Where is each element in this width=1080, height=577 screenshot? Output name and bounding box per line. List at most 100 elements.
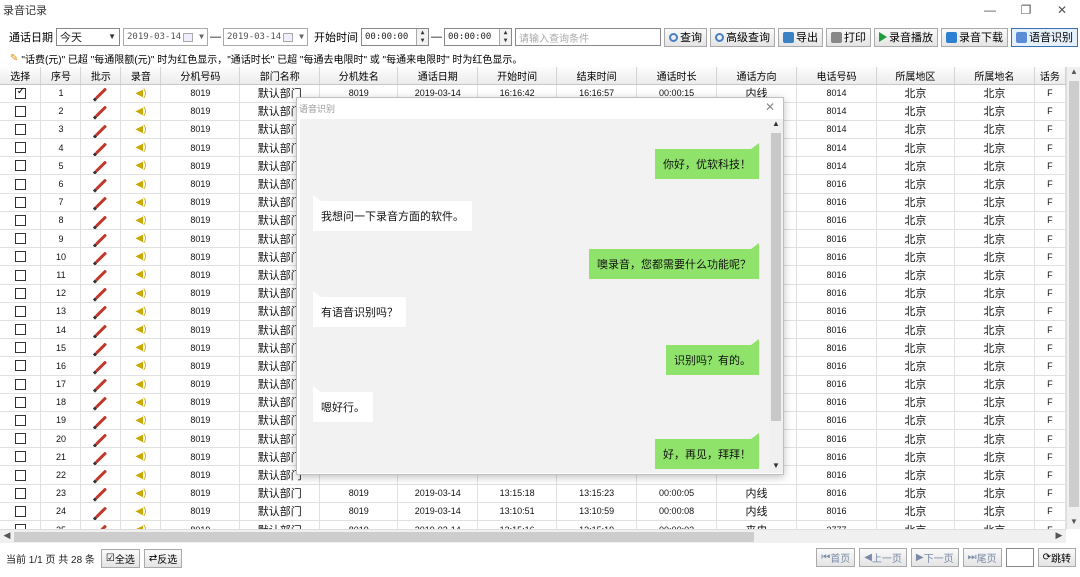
row-checkbox[interactable]	[14, 86, 26, 99]
select-cell[interactable]	[0, 247, 42, 267]
scroll-up-icon[interactable]: ▲	[769, 119, 783, 131]
recording-cell[interactable]: ◀)	[120, 302, 162, 321]
page-number-input[interactable]	[1005, 548, 1034, 567]
annotate-cell[interactable]	[80, 465, 122, 485]
row-checkbox[interactable]	[14, 451, 26, 463]
annotate-cell[interactable]	[80, 229, 122, 249]
annotate-cell[interactable]	[80, 138, 122, 158]
invert-selection-button[interactable]: ⇄ 反选	[143, 548, 183, 568]
pencil-icon[interactable]	[94, 142, 107, 155]
speaker-icon[interactable]: ◀)	[135, 488, 146, 499]
annotate-cell[interactable]	[80, 356, 122, 376]
speaker-icon[interactable]: ◀)	[135, 360, 146, 371]
column-header[interactable]: 通话日期	[397, 67, 479, 85]
row-checkbox[interactable]	[14, 251, 26, 263]
pencil-icon[interactable]	[94, 415, 107, 428]
date-to-picker[interactable]: 2019-03-14 ▼	[223, 28, 308, 46]
pencil-icon[interactable]	[94, 215, 107, 228]
annotate-cell[interactable]	[80, 302, 122, 321]
scroll-thumb[interactable]	[771, 133, 781, 421]
speaker-icon[interactable]: ◀)	[135, 342, 146, 353]
download-recording-button[interactable]: 录音下载	[941, 27, 1008, 47]
column-header[interactable]: 所属地名	[954, 67, 1035, 85]
annotate-cell[interactable]	[80, 520, 122, 529]
pencil-icon[interactable]	[94, 87, 107, 100]
recording-cell[interactable]: ◀)	[120, 156, 162, 176]
row-checkbox[interactable]	[14, 360, 26, 372]
select-cell[interactable]	[0, 429, 42, 449]
pencil-icon[interactable]	[94, 324, 107, 337]
column-header[interactable]: 开始时间	[477, 67, 558, 85]
recording-cell[interactable]: ◀)	[120, 320, 162, 340]
row-checkbox[interactable]	[14, 487, 26, 499]
select-cell[interactable]	[0, 174, 42, 194]
spinner-icon[interactable]: ▲ ▼	[499, 29, 511, 45]
query-button[interactable]: 查询	[664, 27, 707, 47]
spinner-icon[interactable]: ▲ ▼	[416, 29, 428, 45]
row-checkbox[interactable]	[14, 396, 26, 408]
select-all-button[interactable]: ☑ 全选	[100, 548, 140, 568]
recording-cell[interactable]: ◀)	[120, 84, 162, 103]
recording-cell[interactable]: ◀)	[120, 193, 162, 212]
row-checkbox[interactable]	[14, 305, 26, 317]
column-header[interactable]: 录音	[120, 67, 162, 85]
recording-cell[interactable]: ◀)	[120, 393, 162, 412]
jump-button[interactable]: ⟳ 跳转	[1037, 548, 1076, 567]
pencil-icon[interactable]	[94, 196, 107, 209]
annotate-cell[interactable]	[80, 84, 122, 103]
minimize-icon[interactable]: —	[972, 0, 1008, 20]
pencil-icon[interactable]	[94, 378, 107, 391]
annotate-cell[interactable]	[80, 447, 122, 467]
next-page-button[interactable]: ▶ 下一页	[910, 548, 959, 567]
row-checkbox[interactable]	[14, 233, 26, 245]
first-page-button[interactable]: ⏮ 首页	[816, 548, 856, 567]
speaker-icon[interactable]: ◀)	[135, 197, 146, 208]
recording-cell[interactable]: ◀)	[120, 284, 162, 303]
recording-cell[interactable]: ◀)	[120, 484, 162, 503]
column-header[interactable]: 话务	[1034, 67, 1066, 85]
speaker-icon[interactable]: ◀)	[135, 106, 146, 117]
table-vertical-scrollbar[interactable]: ▲ ▼	[1066, 67, 1080, 529]
recording-cell[interactable]: ◀)	[120, 465, 162, 485]
time-to-input[interactable]: 00:00:00 ▲ ▼	[444, 28, 512, 46]
annotate-cell[interactable]	[80, 320, 122, 340]
speaker-icon[interactable]: ◀)	[135, 306, 146, 317]
column-header[interactable]: 选择	[0, 67, 42, 85]
pencil-icon[interactable]	[94, 451, 107, 464]
row-checkbox[interactable]	[14, 196, 26, 208]
select-cell[interactable]	[0, 156, 42, 176]
annotate-cell[interactable]	[80, 174, 122, 194]
speaker-icon[interactable]: ◀)	[135, 215, 146, 226]
column-header[interactable]: 分机姓名	[319, 67, 399, 85]
column-header[interactable]: 通话方向	[716, 67, 797, 85]
recording-cell[interactable]: ◀)	[120, 265, 162, 285]
advanced-query-button[interactable]: 高级查询	[710, 27, 775, 47]
recording-cell[interactable]: ◀)	[120, 338, 162, 358]
select-cell[interactable]	[0, 120, 42, 140]
recording-cell[interactable]: ◀)	[120, 356, 162, 376]
speaker-icon[interactable]: ◀)	[135, 433, 146, 444]
recording-cell[interactable]: ◀)	[120, 120, 162, 140]
pencil-icon[interactable]	[94, 251, 107, 264]
column-header[interactable]: 批示	[80, 67, 122, 85]
column-header[interactable]: 电话号码	[796, 67, 877, 85]
pencil-icon[interactable]	[94, 160, 107, 173]
select-cell[interactable]	[0, 138, 42, 158]
column-header[interactable]: 部门名称	[239, 67, 321, 85]
recording-cell[interactable]: ◀)	[120, 375, 162, 394]
speaker-icon[interactable]: ◀)	[135, 506, 146, 517]
recording-cell[interactable]: ◀)	[120, 429, 162, 449]
pencil-icon[interactable]	[94, 506, 107, 519]
speaker-icon[interactable]: ◀)	[135, 379, 146, 390]
pencil-icon[interactable]	[94, 124, 107, 137]
select-cell[interactable]	[0, 447, 42, 467]
scroll-down-icon[interactable]: ▼	[1067, 517, 1080, 529]
pencil-icon[interactable]	[94, 433, 107, 446]
speaker-icon[interactable]: ◀)	[135, 142, 146, 153]
recording-cell[interactable]: ◀)	[120, 138, 162, 158]
speaker-icon[interactable]: ◀)	[135, 324, 146, 335]
recording-cell[interactable]: ◀)	[120, 447, 162, 467]
annotate-cell[interactable]	[80, 411, 122, 431]
recording-cell[interactable]: ◀)	[120, 247, 162, 267]
row-checkbox[interactable]	[14, 287, 26, 299]
